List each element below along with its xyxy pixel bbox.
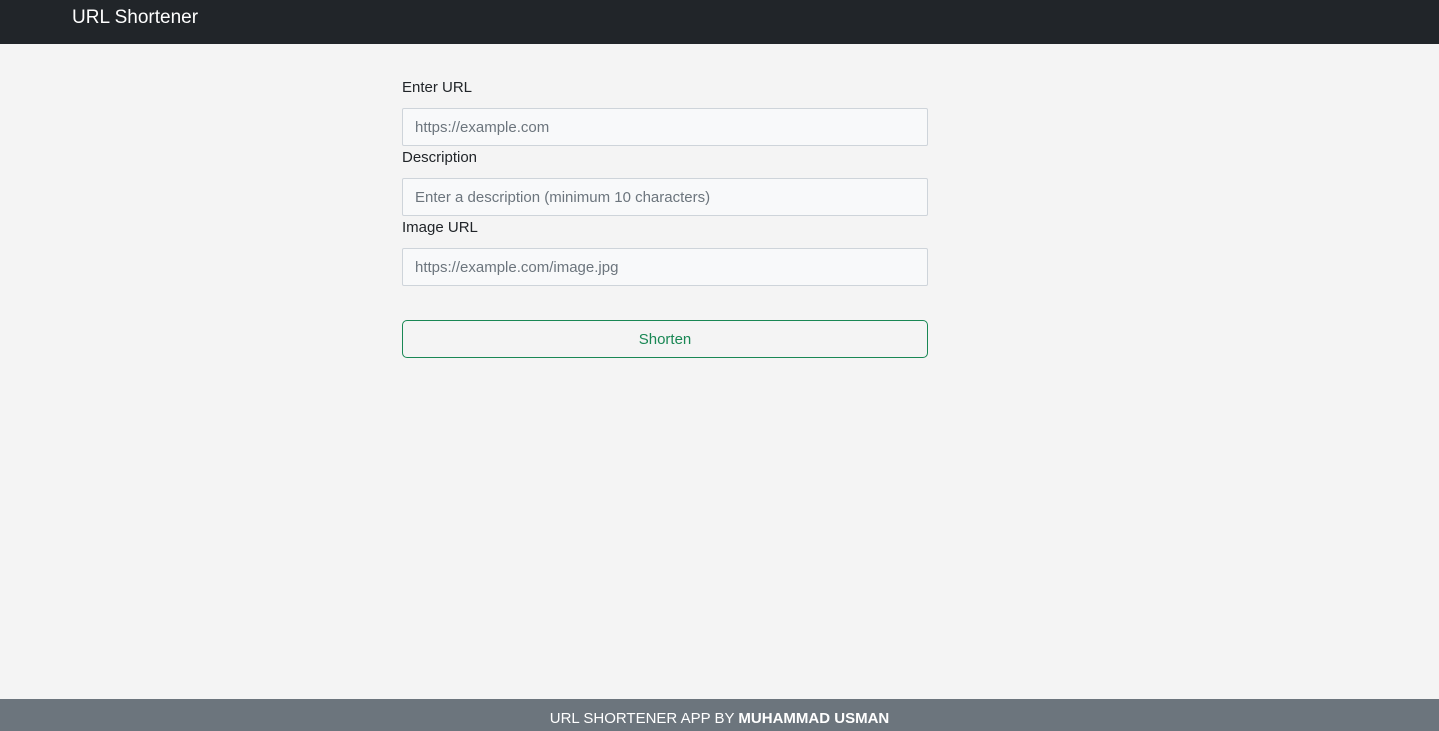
description-field-group: Description (402, 148, 928, 218)
top-navbar: URL Shortener (0, 0, 1439, 44)
description-label: Description (402, 149, 478, 166)
image-url-field-group: Image URL (402, 218, 928, 288)
url-label: Enter URL (402, 79, 473, 96)
description-input[interactable] (402, 178, 928, 216)
shorten-button[interactable]: Shorten (402, 320, 928, 358)
footer-prefix: URL Shortener App by (549, 710, 735, 727)
image-url-label: Image URL (402, 219, 478, 236)
url-input[interactable] (402, 108, 928, 146)
url-field-group: Enter URL (402, 78, 928, 148)
shorten-form: Enter URL Description Image URL Shorten (402, 78, 928, 358)
page-footer: URL Shortener App by Muhammad Usman (0, 699, 1439, 731)
image-url-input[interactable] (402, 248, 928, 286)
navbar-brand[interactable]: URL Shortener (72, 6, 198, 30)
footer-author: Muhammad Usman (738, 710, 890, 727)
